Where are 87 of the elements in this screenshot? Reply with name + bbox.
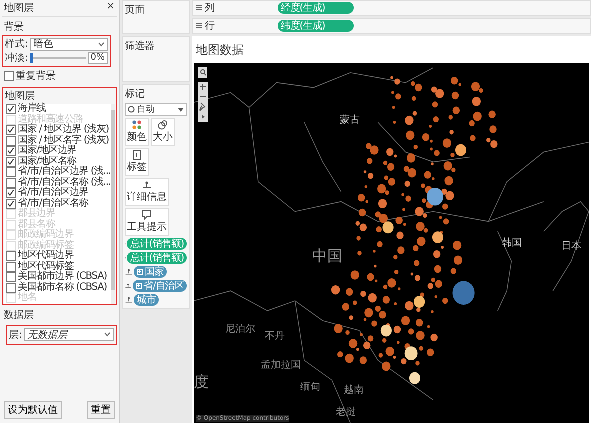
checkbox[interactable] <box>6 188 16 198</box>
map-label: 不丹 <box>265 330 286 344</box>
section-heading: 背景 <box>4 20 25 34</box>
checkbox[interactable] <box>4 71 14 81</box>
zoom-in-icon[interactable] <box>198 82 208 92</box>
section-heading: 数据层 <box>4 308 35 322</box>
map-label: 越南 <box>344 384 364 398</box>
detail-icon <box>125 296 133 304</box>
label-icon <box>132 150 142 160</box>
checkbox[interactable] <box>6 178 16 188</box>
search-icon[interactable] <box>198 67 208 79</box>
mark-button[interactable]: 工具提示 <box>125 208 169 236</box>
layer-label: 省/市/自治区边界 (浅... <box>18 167 111 177</box>
mark-button[interactable]: 详细信息 <box>125 178 169 206</box>
mark-type-dropdown[interactable]: 自动 <box>125 103 187 116</box>
layer-dropdown[interactable]: 无数据层 <box>24 328 114 341</box>
pin-icon[interactable] <box>198 102 208 112</box>
detail-icon <box>142 180 152 190</box>
map-label: 度 <box>194 372 209 392</box>
mark-button[interactable]: 大小 <box>151 118 175 146</box>
layer-label: 省/市/自治区名称 <box>18 198 88 208</box>
layer-label: 道路和高速公路 <box>18 114 84 124</box>
map-label: 韩国 <box>502 236 522 250</box>
layer-label: 郡县名称 <box>18 220 56 230</box>
map-label: 蒙古 <box>340 114 360 128</box>
panel-button[interactable]: 设为默认值 <box>4 401 62 419</box>
field-label: 样式: <box>5 38 28 51</box>
map-label: 日本 <box>561 240 582 254</box>
map-label: 孟加拉国 <box>261 358 302 372</box>
layer-label: 省/市/自治区名称 (浅... <box>18 178 111 188</box>
expand-icon <box>137 269 143 275</box>
field-label: 层: <box>9 328 22 342</box>
shelf-title: 筛选器 <box>125 41 155 52</box>
layer-label: 邮政编码标签 <box>18 240 74 250</box>
checkbox[interactable] <box>6 125 16 136</box>
detail-icon <box>125 282 132 290</box>
layer-label: 省/市/自治区边界 <box>18 188 88 198</box>
checkbox[interactable] <box>6 104 16 114</box>
panel-button[interactable]: 重置 <box>87 401 115 419</box>
speech-bubble-icon <box>142 210 152 220</box>
map-label: 缅甸 <box>300 380 321 394</box>
slider-thumb[interactable] <box>30 53 34 63</box>
checkbox[interactable] <box>6 251 16 262</box>
color-dots-icon <box>132 120 142 130</box>
layer-label: 国家/地区边界 <box>18 146 76 156</box>
shelf-title: 标记 <box>125 88 146 101</box>
layer-label: 地名 <box>18 293 37 304</box>
checkbox[interactable] <box>6 136 16 146</box>
field-label: 冲淡: <box>5 52 28 65</box>
section-heading: 地图层 <box>5 90 36 102</box>
style-dropdown[interactable]: 暗色 <box>30 38 108 50</box>
map-label: 尼泊尔 <box>226 323 256 336</box>
map-label: 老挝 <box>336 406 356 419</box>
caret-icon <box>104 332 111 337</box>
layer-label: 国家 / 地区边界 (浅灰) <box>18 125 109 135</box>
shelf-title: 页面 <box>125 5 145 16</box>
checkbox[interactable] <box>6 156 16 167</box>
layer-label: 国家 / 地区名字 (浅灰) <box>18 136 109 146</box>
layer-label: 美国都市边界 (CBSA) <box>18 272 107 282</box>
layer-label: 地区代码边界 <box>18 251 74 261</box>
layer-label: 美国都市名称 (CBSA) <box>18 282 107 292</box>
checkbox[interactable] <box>6 272 16 282</box>
expand-icon <box>136 283 142 289</box>
close-button[interactable]: × <box>106 1 115 15</box>
caret-icon <box>178 108 184 112</box>
layer-label: 地区代码标签 <box>18 262 74 272</box>
fade-reading: 0% <box>88 52 108 64</box>
checkbox[interactable] <box>6 262 16 272</box>
checkbox[interactable] <box>6 167 16 178</box>
checkbox[interactable] <box>6 198 16 209</box>
checkbox-label: 重复背景 <box>16 70 56 83</box>
detail-icon <box>125 268 133 276</box>
scrollbar-thumb[interactable] <box>111 110 115 290</box>
layer-label: 国家/地区名称 <box>18 156 76 166</box>
mark-button[interactable]: 标签 <box>125 148 149 176</box>
layer-label: 郡县边界 <box>18 209 56 219</box>
layer-label: 邮政编码边界 <box>18 230 74 240</box>
view-title: 地图数据 <box>196 42 245 59</box>
caret-icon <box>98 42 105 46</box>
layer-label: 海岸线 <box>18 104 46 114</box>
circle-icon <box>128 106 135 113</box>
checkbox[interactable] <box>6 146 16 156</box>
mark-button[interactable]: 颜色 <box>125 118 149 146</box>
panel-title: 地图层 <box>4 2 34 15</box>
map-label: 中国 <box>312 246 342 266</box>
size-circles-icon <box>158 120 168 130</box>
checkbox[interactable] <box>6 282 16 293</box>
